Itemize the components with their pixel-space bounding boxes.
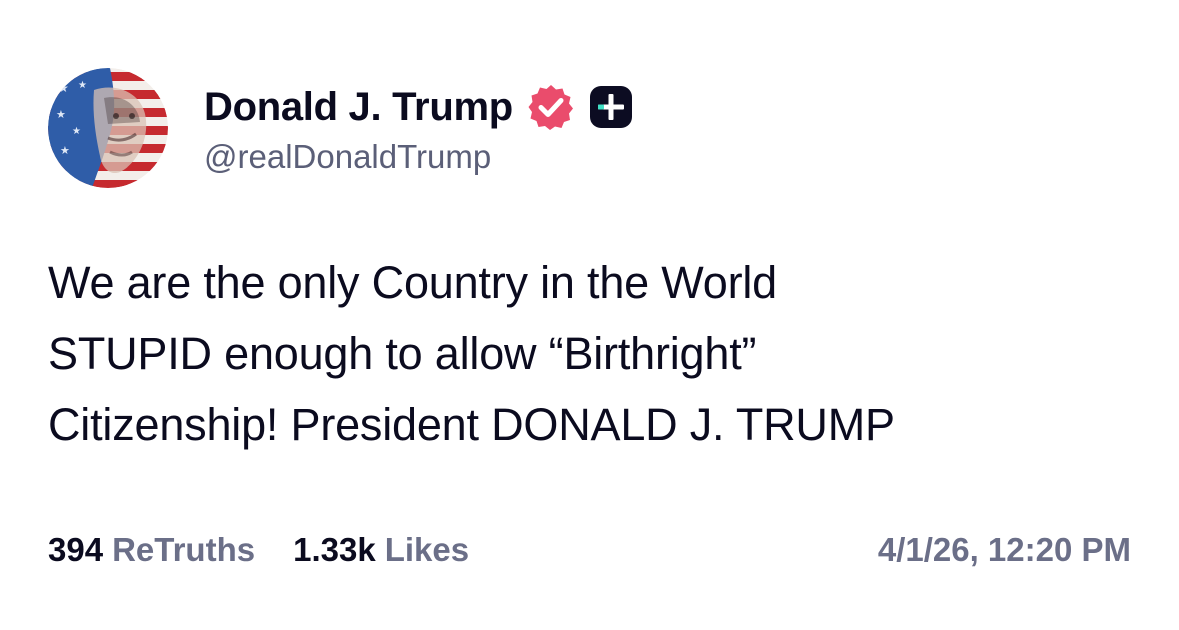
post-body-line: We are the only Country in the World xyxy=(48,257,777,308)
author-name-row: Donald J. Trump xyxy=(204,80,633,134)
flag-portrait-avatar-icon: ★ ★ ★ ★ ★ xyxy=(48,68,168,188)
verified-badge-icon xyxy=(527,83,575,131)
post-timestamp[interactable]: 4/1/26, 12:20 PM xyxy=(878,531,1131,569)
post-body-line: STUPID enough to allow “Birthright” xyxy=(48,328,757,379)
author-display-name[interactable]: Donald J. Trump xyxy=(204,85,513,130)
avatar[interactable]: ★ ★ ★ ★ ★ xyxy=(48,68,168,188)
post-body: We are the only Country in the World STU… xyxy=(48,247,1128,460)
svg-text:★: ★ xyxy=(72,126,81,137)
svg-text:★: ★ xyxy=(56,108,66,121)
post-header: ★ ★ ★ ★ ★ Donald J. Trump @realDonaldTru… xyxy=(48,68,633,188)
plus-badge-icon xyxy=(589,85,633,129)
svg-text:★: ★ xyxy=(78,80,87,91)
retruths-count: 394 xyxy=(48,531,104,568)
truth-post-card: ★ ★ ★ ★ ★ Donald J. Trump @realDonaldTru… xyxy=(0,0,1179,630)
author-handle[interactable]: @realDonaldTrump xyxy=(204,138,633,176)
svg-text:★: ★ xyxy=(60,144,70,157)
likes-count: 1.33k xyxy=(293,531,376,568)
likes-stat[interactable]: 1.33k Likes xyxy=(293,531,469,569)
likes-label: Likes xyxy=(384,531,470,568)
retruths-stat[interactable]: 394 ReTruths xyxy=(48,531,255,569)
post-body-line: Citizenship! President DONALD J. TRUMP xyxy=(48,399,895,450)
retruths-label: ReTruths xyxy=(112,531,256,568)
author-identity: Donald J. Trump @realDonaldTrump xyxy=(204,80,633,176)
svg-text:★: ★ xyxy=(58,81,69,95)
post-footer: 394 ReTruths 1.33k Likes 4/1/26, 12:20 P… xyxy=(48,528,1131,572)
